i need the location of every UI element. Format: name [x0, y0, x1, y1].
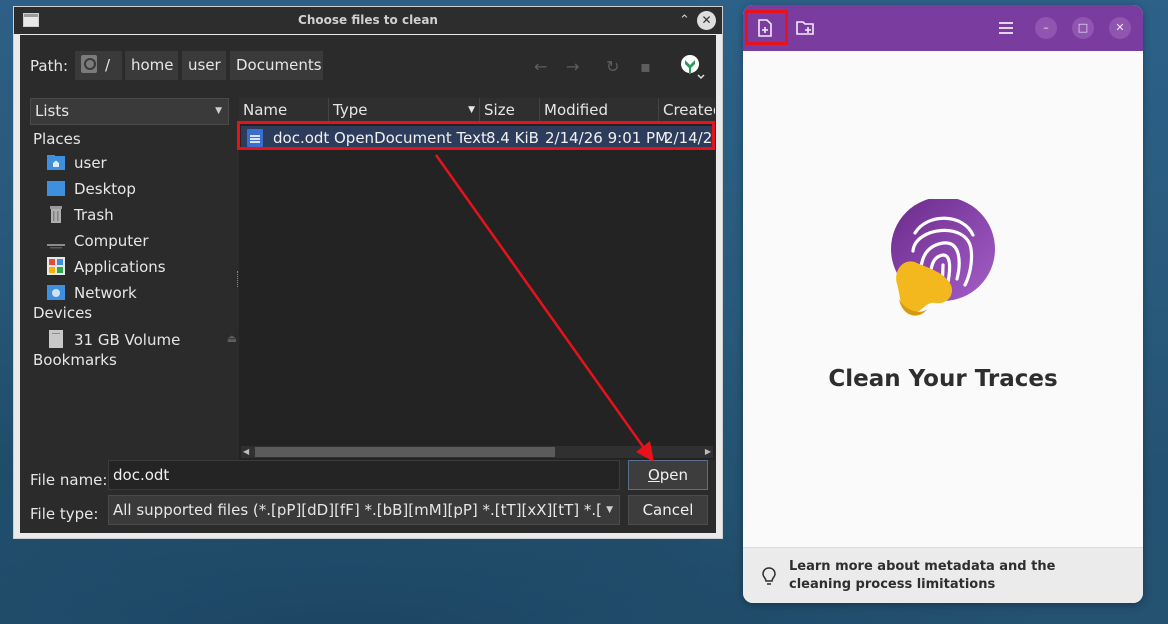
empty-state-headline: Clean Your Traces — [828, 366, 1058, 392]
cleaner-app-window: – □ ✕ Clean Your Traces Learn more about… — [743, 5, 1143, 603]
home-folder-icon — [47, 155, 65, 170]
lightbulb-icon — [762, 567, 776, 585]
filename-input[interactable]: doc.odt — [108, 460, 620, 490]
scrollbar-thumb[interactable] — [255, 447, 555, 457]
eject-icon[interactable]: ⏏ — [227, 332, 237, 345]
column-header-created[interactable]: Created — [659, 98, 715, 122]
dialog-titlebar: Choose files to clean ⌃ ✕ — [14, 7, 722, 34]
scroll-right-icon[interactable]: ▶ — [705, 447, 711, 456]
dialog-body: Path: / home user Documents ← → ↻ ▪ List… — [20, 35, 716, 533]
horizontal-scrollbar[interactable]: ◀ ▶ — [241, 446, 713, 458]
column-header-name[interactable]: Name — [239, 98, 329, 122]
place-item-desktop[interactable]: Desktop — [46, 177, 229, 201]
applications-icon — [47, 257, 65, 275]
place-item-computer[interactable]: Computer — [46, 229, 229, 253]
hamburger-menu-icon[interactable] — [992, 14, 1020, 42]
chevron-down-icon: ▼ — [606, 505, 613, 515]
open-button[interactable]: Open — [628, 460, 708, 490]
keep-above-icon[interactable]: ⌃ — [675, 11, 694, 30]
filetype-label: File type: — [30, 505, 99, 523]
device-label: 31 GB Volume — [74, 331, 181, 349]
path-bar: Path: / home user Documents ← → ↻ ▪ — [20, 35, 716, 95]
fingerprint-sponge-logo — [891, 199, 995, 316]
place-label: Computer — [74, 232, 149, 250]
back-arrow-icon[interactable]: ← — [534, 57, 547, 76]
place-item-trash[interactable]: Trash — [46, 203, 229, 227]
trash-icon — [50, 206, 62, 223]
add-folder-icon[interactable] — [791, 14, 819, 42]
device-item-volume[interactable]: 31 GB Volume ⏏ — [46, 328, 237, 352]
column-header-modified[interactable]: Modified — [540, 98, 659, 122]
place-label: Applications — [74, 258, 166, 276]
place-label: Trash — [74, 206, 114, 224]
app-headerbar: – □ ✕ — [743, 5, 1143, 51]
options-tools-icon[interactable] — [679, 54, 705, 80]
maximize-icon[interactable]: □ — [1072, 17, 1094, 39]
app-empty-state: Clean Your Traces — [743, 51, 1143, 551]
computer-icon — [47, 244, 65, 249]
learn-more-link[interactable]: Learn more about metadata and the cleani… — [789, 558, 1109, 594]
view-mode-combo[interactable]: Lists ▼ — [30, 98, 229, 125]
place-label: Network — [74, 284, 137, 302]
file-list: Name Type ▼ Size Modified Created doc.od… — [239, 98, 715, 460]
new-folder-icon[interactable]: ▪ — [640, 57, 651, 76]
selected-file-highlight — [237, 121, 715, 150]
reload-icon[interactable]: ↻ — [606, 57, 619, 76]
column-header-size[interactable]: Size — [480, 98, 540, 122]
sort-descending-icon: ▼ — [468, 105, 475, 115]
view-mode-value: Lists — [35, 102, 70, 120]
place-label: user — [74, 154, 107, 172]
place-item-network[interactable]: Network — [46, 281, 229, 305]
place-label: Desktop — [74, 180, 136, 198]
filetype-combo[interactable]: All supported files (*.[pP][dD][fF] *.[b… — [108, 495, 620, 525]
drive-icon — [81, 55, 97, 73]
file-chooser-dialog: Choose files to clean ⌃ ✕ Path: / home u… — [13, 6, 723, 539]
path-label: Path: — [30, 57, 69, 75]
bookmarks-heading: Bookmarks — [33, 351, 117, 369]
breadcrumb-documents[interactable]: Documents — [229, 50, 324, 81]
desktop-folder-icon — [47, 181, 65, 196]
open-mnemonic: O — [647, 466, 660, 484]
places-pane: Lists ▼ Places user Desktop Trash Comput… — [30, 98, 237, 456]
places-heading: Places — [33, 130, 81, 148]
dialog-title: Choose files to clean — [298, 13, 438, 27]
network-folder-icon — [47, 285, 65, 300]
open-label: pen — [659, 466, 689, 484]
scroll-left-icon[interactable]: ◀ — [243, 447, 249, 456]
close-icon[interactable]: ✕ — [1109, 17, 1131, 39]
devices-heading: Devices — [33, 304, 93, 322]
add-file-highlight — [745, 10, 788, 45]
breadcrumb-root-label: / — [105, 56, 111, 74]
cancel-button[interactable]: Cancel — [628, 495, 708, 525]
minimize-icon[interactable]: – — [1035, 17, 1057, 39]
filetype-value: All supported files (*.[pP][dD][fF] *.[b… — [113, 501, 601, 519]
place-item-applications[interactable]: Applications — [46, 255, 229, 279]
breadcrumb-home[interactable]: home — [124, 50, 179, 81]
column-header-type[interactable]: Type ▼ — [329, 98, 480, 122]
place-item-user[interactable]: user — [46, 151, 229, 175]
info-footer[interactable]: Learn more about metadata and the cleani… — [743, 547, 1143, 603]
breadcrumb-user[interactable]: user — [181, 50, 227, 81]
drive-icon — [49, 330, 63, 348]
close-icon[interactable]: ✕ — [697, 11, 716, 30]
forward-arrow-icon[interactable]: → — [566, 57, 579, 76]
filename-label: File name: — [30, 471, 108, 489]
breadcrumb-root[interactable]: / — [74, 50, 123, 81]
chevron-down-icon: ▼ — [215, 106, 222, 116]
column-header-type-label: Type — [333, 101, 368, 119]
